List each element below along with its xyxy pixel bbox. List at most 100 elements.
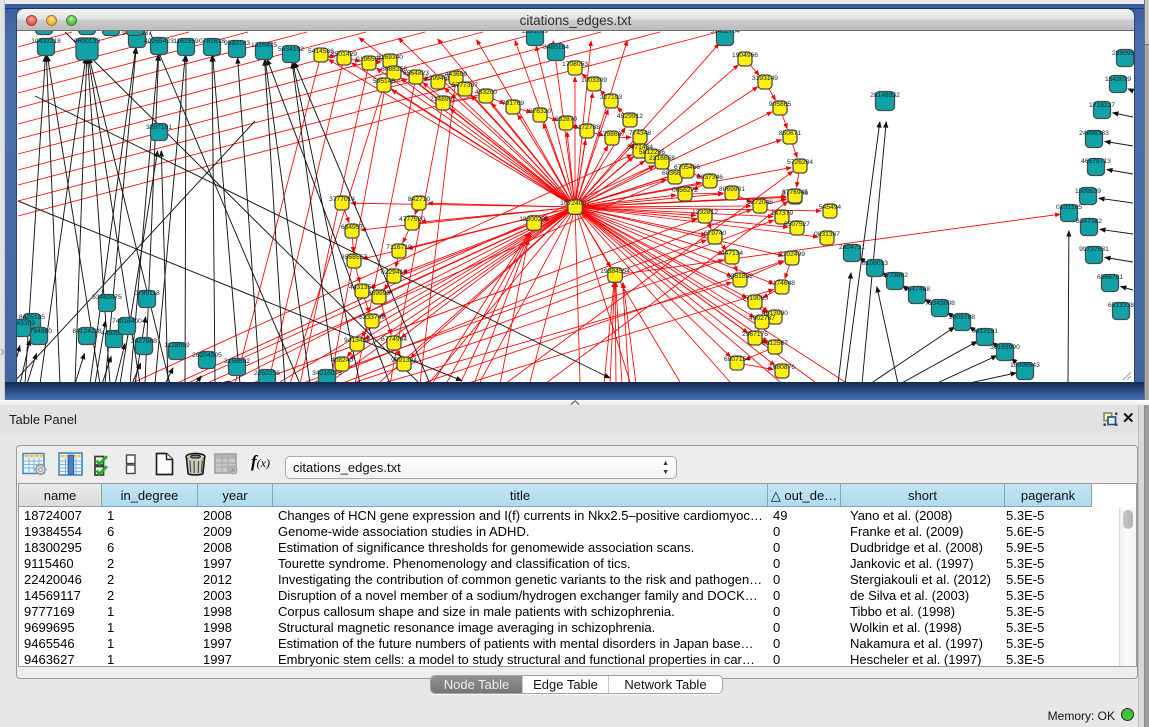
svg-text:74016400: 74016400 xyxy=(112,318,142,325)
svg-text:1232812: 1232812 xyxy=(692,209,718,216)
svg-text:5009788: 5009788 xyxy=(949,314,975,321)
svg-text:2880957: 2880957 xyxy=(1112,50,1134,57)
svg-text:850671: 850671 xyxy=(779,130,802,137)
svg-text:6705466: 6705466 xyxy=(674,164,700,171)
svg-text:0799118: 0799118 xyxy=(134,290,160,297)
svg-text:40265423: 40265423 xyxy=(144,38,174,45)
svg-text:3193149: 3193149 xyxy=(752,75,778,82)
svg-text:1543039: 1543039 xyxy=(1105,76,1131,83)
svg-text:8347382: 8347382 xyxy=(1076,218,1102,225)
svg-text:1718227: 1718227 xyxy=(1089,102,1115,109)
svg-text:18300295: 18300295 xyxy=(519,216,549,223)
svg-text:2691669: 2691669 xyxy=(522,31,548,35)
svg-text:5777387: 5777387 xyxy=(452,82,478,89)
svg-text:0647468: 0647468 xyxy=(904,286,930,293)
svg-text:0229413: 0229413 xyxy=(381,269,407,276)
svg-text:7174648: 7174648 xyxy=(769,280,795,287)
svg-text:7719065: 7719065 xyxy=(742,295,768,302)
svg-text:9091334: 9091334 xyxy=(391,357,417,364)
svg-text:46578713: 46578713 xyxy=(1081,158,1111,165)
svg-text:595148: 595148 xyxy=(373,78,396,85)
svg-text:8501429: 8501429 xyxy=(331,51,357,58)
svg-text:24896383: 24896383 xyxy=(1079,130,1109,137)
svg-text:905865: 905865 xyxy=(769,101,792,108)
svg-text:51462704: 51462704 xyxy=(710,31,740,35)
svg-text:443699: 443699 xyxy=(445,71,468,78)
svg-text:8108013: 8108013 xyxy=(862,260,888,267)
svg-text:1509839: 1509839 xyxy=(1075,188,1101,195)
svg-text:7116719: 7116719 xyxy=(386,244,412,251)
svg-text:26204505: 26204505 xyxy=(192,352,222,359)
svg-text:9593103: 9593103 xyxy=(224,40,250,47)
svg-text:545494: 545494 xyxy=(819,204,842,211)
svg-text:4902787: 4902787 xyxy=(749,315,775,322)
svg-text:147379: 147379 xyxy=(771,210,794,217)
svg-text:1161559: 1161559 xyxy=(173,38,199,45)
svg-text:28148932: 28148932 xyxy=(870,92,900,99)
svg-text:634957: 634957 xyxy=(341,224,364,231)
svg-text:16998543: 16998543 xyxy=(1010,362,1040,369)
svg-text:36193990: 36193990 xyxy=(990,344,1020,351)
svg-text:6566701: 6566701 xyxy=(1097,274,1123,281)
svg-text:7543303: 7543303 xyxy=(17,320,35,327)
svg-text:6513338: 6513338 xyxy=(1108,302,1134,309)
svg-text:0812191: 0812191 xyxy=(972,328,998,335)
svg-text:4529912: 4529912 xyxy=(617,113,643,120)
svg-text:327193: 327193 xyxy=(600,94,623,101)
svg-text:10433218: 10433218 xyxy=(31,38,61,45)
svg-text:6272046: 6272046 xyxy=(747,199,773,206)
svg-text:9361832: 9361832 xyxy=(727,273,753,280)
svg-text:1904966: 1904966 xyxy=(732,52,758,59)
svg-text:842710: 842710 xyxy=(408,196,431,203)
svg-text:2967175: 2967175 xyxy=(742,331,768,338)
svg-text:99737631: 99737631 xyxy=(1079,246,1109,253)
svg-text:1316475: 1316475 xyxy=(251,42,277,49)
svg-text:679740: 679740 xyxy=(704,230,727,237)
svg-text:53462475: 53462475 xyxy=(92,294,122,301)
svg-text:8233749: 8233749 xyxy=(359,314,385,321)
svg-text:9600133: 9600133 xyxy=(74,38,100,45)
svg-text:18724007: 18724007 xyxy=(560,200,590,207)
svg-text:5512567: 5512567 xyxy=(762,340,788,347)
svg-text:0103105: 0103105 xyxy=(1056,204,1082,211)
svg-text:8937346: 8937346 xyxy=(697,174,723,181)
svg-text:8776945: 8776945 xyxy=(782,189,808,196)
svg-text:408240: 408240 xyxy=(331,357,354,364)
svg-text:0831367: 0831367 xyxy=(814,231,840,238)
svg-text:3172788: 3172788 xyxy=(574,124,600,131)
svg-text:84124118: 84124118 xyxy=(72,328,102,335)
svg-text:2624731: 2624731 xyxy=(839,244,865,251)
svg-text:0656272: 0656272 xyxy=(672,187,698,194)
svg-text:2316658: 2316658 xyxy=(649,155,675,162)
svg-text:19384554: 19384554 xyxy=(600,268,630,275)
svg-text:1003309: 1003309 xyxy=(581,77,607,84)
svg-text:447134: 447134 xyxy=(721,250,744,257)
svg-text:72343098: 72343098 xyxy=(925,300,955,307)
svg-text:1708053: 1708053 xyxy=(562,61,588,68)
svg-text:791769: 791769 xyxy=(502,100,525,107)
svg-text:1680876: 1680876 xyxy=(769,364,795,371)
svg-text:632870: 632870 xyxy=(555,116,578,123)
svg-text:8069901: 8069901 xyxy=(719,186,745,193)
svg-text:2260256: 2260256 xyxy=(254,370,280,377)
svg-text:3158692: 3158692 xyxy=(224,358,250,365)
svg-text:676320: 676320 xyxy=(529,108,552,115)
svg-text:433200: 433200 xyxy=(475,89,498,96)
svg-text:3287101: 3287101 xyxy=(146,124,172,131)
svg-text:5726284: 5726284 xyxy=(787,159,813,166)
svg-text:2427868: 2427868 xyxy=(131,338,157,345)
svg-text:6507527: 6507527 xyxy=(784,221,810,228)
svg-text:8480184: 8480184 xyxy=(543,44,569,51)
svg-text:6807154: 6807154 xyxy=(724,356,750,363)
svg-text:0781618: 0781618 xyxy=(199,38,225,45)
svg-text:1128059: 1128059 xyxy=(164,342,190,349)
svg-text:8568557: 8568557 xyxy=(341,254,367,261)
svg-text:869993: 869993 xyxy=(368,290,391,297)
svg-text:5798687: 5798687 xyxy=(599,131,625,138)
svg-text:2148951: 2148951 xyxy=(430,96,456,103)
svg-text:9413435: 9413435 xyxy=(344,337,370,344)
svg-text:3777014: 3777014 xyxy=(329,196,355,203)
svg-text:2102499: 2102499 xyxy=(779,251,805,258)
svg-text:774348: 774348 xyxy=(629,130,652,137)
svg-text:4777520: 4777520 xyxy=(399,216,425,223)
